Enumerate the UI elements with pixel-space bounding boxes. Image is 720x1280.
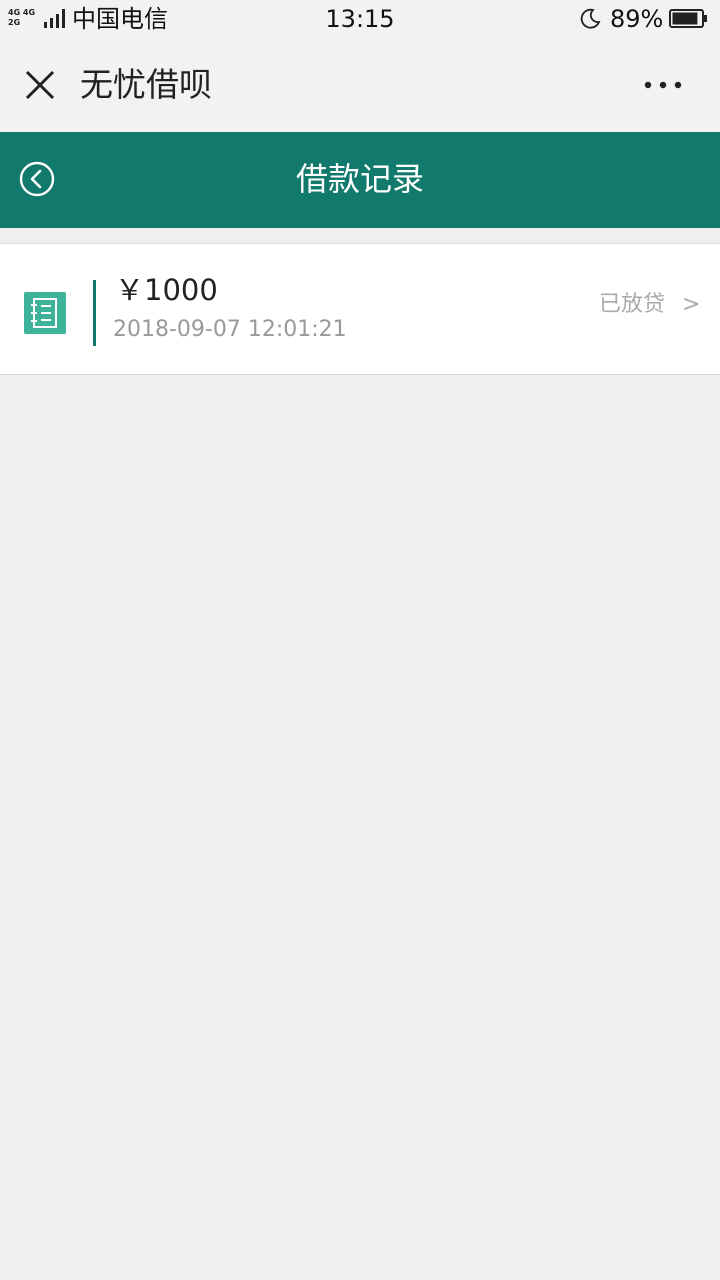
title-bar: 无忧借呗: [0, 38, 720, 132]
close-icon[interactable]: [22, 67, 58, 103]
more-icon[interactable]: [640, 70, 686, 100]
battery-percent: 89%: [610, 5, 664, 33]
battery-icon: [669, 9, 707, 28]
loan-record-item[interactable]: ￥1000 2018-09-07 12:01:21 已放贷 >: [0, 243, 720, 375]
moon-icon: [580, 8, 601, 29]
page-title: 借款记录: [295, 160, 424, 198]
record-divider: [93, 280, 96, 346]
loan-status: 已放贷: [599, 292, 666, 317]
status-bar: 4G 4G 2G 中国电信 13:15 89%: [0, 0, 720, 38]
notebook-icon: [24, 292, 66, 334]
chevron-right-icon: >: [682, 292, 701, 317]
loan-amount: ￥1000: [115, 273, 218, 307]
loan-date: 2018-09-07 12:01:21: [113, 317, 347, 342]
page-header: 借款记录: [0, 132, 720, 228]
app-title: 无忧借呗: [80, 65, 212, 104]
